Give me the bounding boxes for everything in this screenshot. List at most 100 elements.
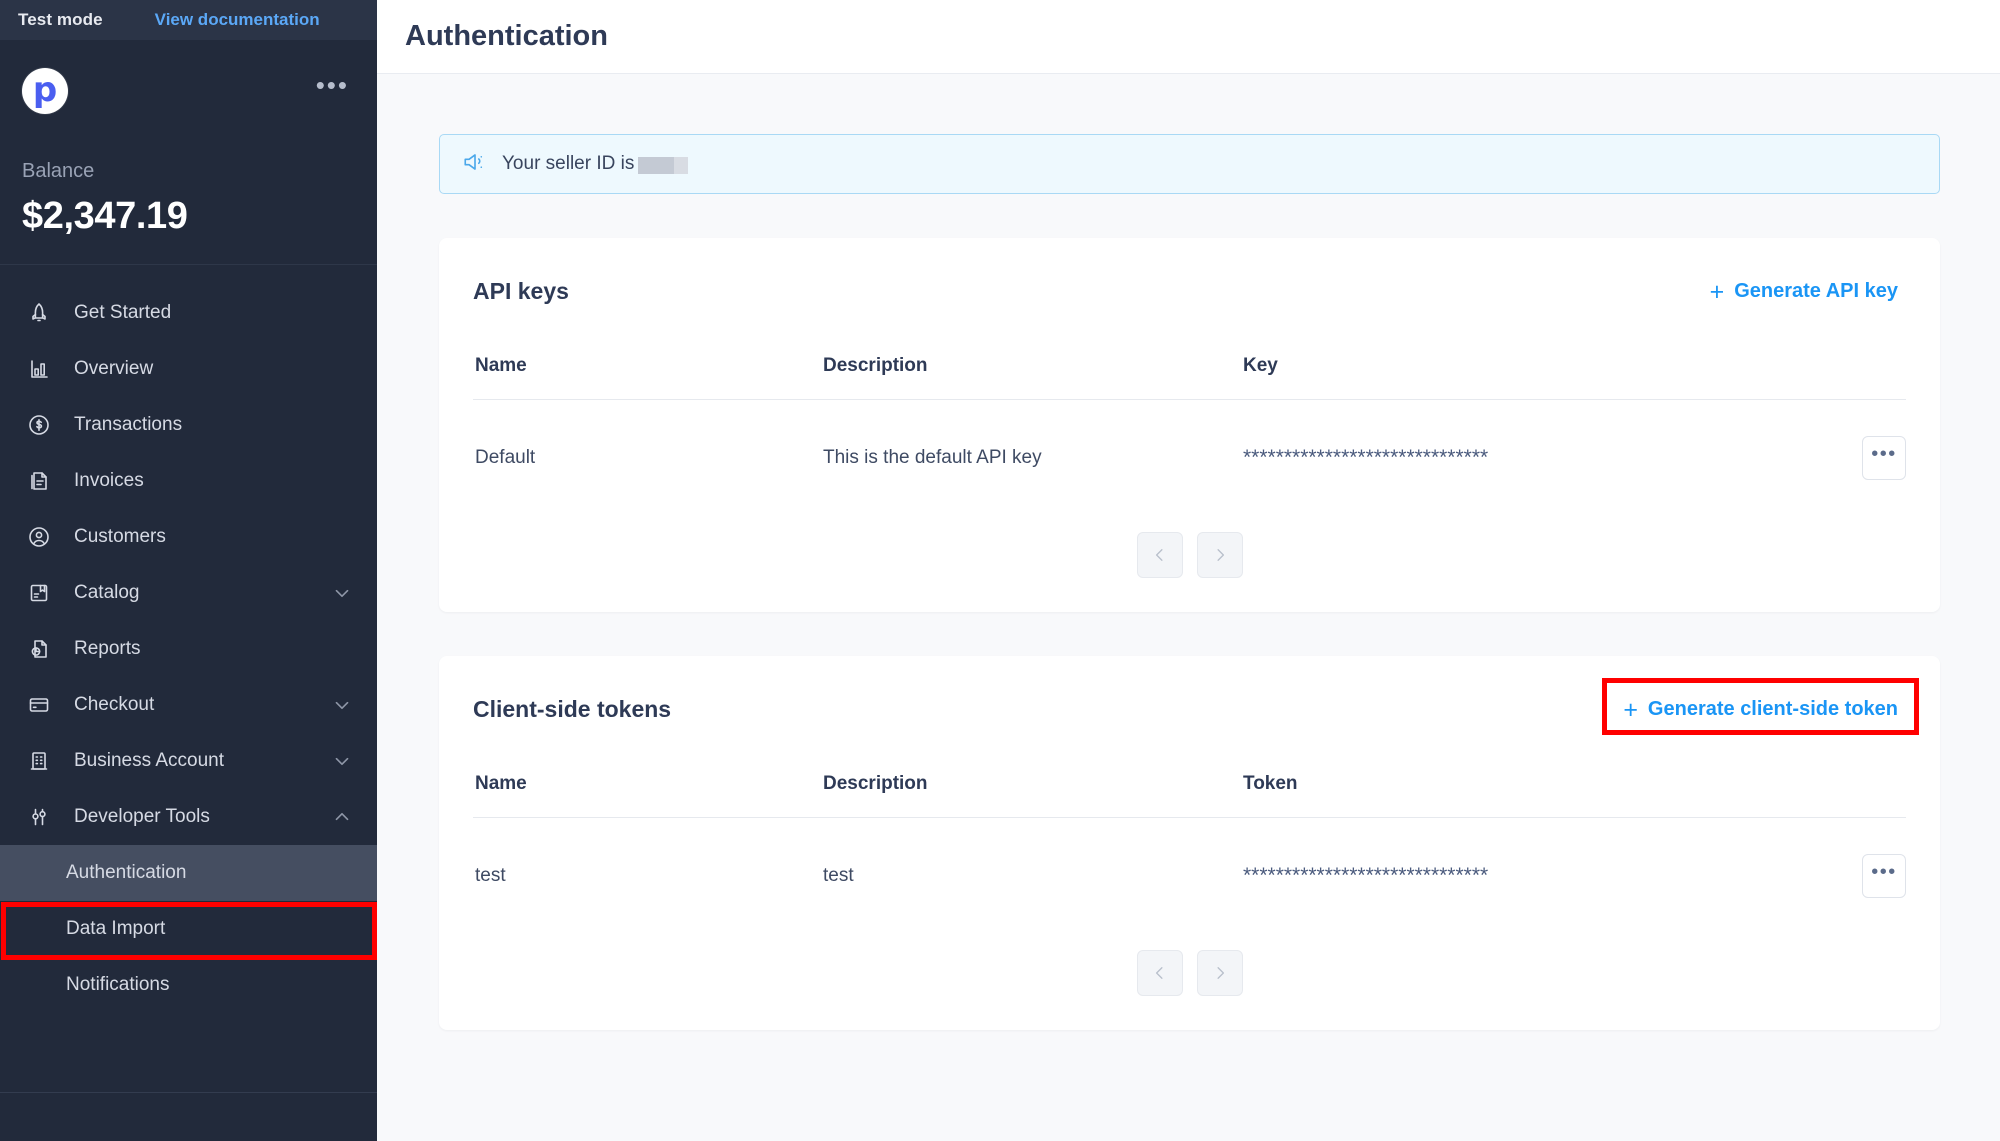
client-side-tokens-title: Client-side tokens	[473, 696, 672, 722]
bar-chart-icon	[26, 356, 52, 382]
client-side-tokens-table-body: test test ******************************…	[473, 818, 1906, 925]
pagination-prev-button[interactable]	[1136, 532, 1183, 578]
paddle-logo-icon[interactable]: p	[22, 68, 68, 114]
api-keys-table-head: Name Description Key	[473, 355, 1906, 400]
table-row: test test ******************************…	[473, 818, 1906, 925]
plus-icon: +	[1623, 695, 1638, 724]
api-keys-table: Name Description Key Default This is the…	[473, 355, 1906, 506]
api-keys-card: API keys + Generate API key Name Descrip…	[439, 238, 1940, 612]
sidebar-item-invoices[interactable]: Invoices	[0, 453, 377, 509]
pagination-next-button[interactable]	[1196, 950, 1243, 996]
client-side-tokens-table: Name Description Token test test *******…	[473, 773, 1906, 924]
column-header-name: Name	[473, 773, 823, 818]
sidebar-item-label: Catalog	[74, 582, 140, 603]
table-header-row: Name Description Token	[473, 773, 1906, 818]
chevron-down-icon	[331, 582, 353, 604]
sidebar-item-catalog[interactable]: Catalog	[0, 565, 377, 621]
sidebar-item-overview[interactable]: Overview	[0, 341, 377, 397]
sidebar-item-data-import[interactable]: Data Import	[0, 901, 377, 957]
brand-block: p ••• Balance $2,347.19	[0, 40, 377, 265]
generate-client-side-token-button[interactable]: + Generate client-side token	[1617, 696, 1904, 723]
balance-label: Balance	[22, 160, 95, 182]
test-mode-label: Test mode	[18, 9, 103, 29]
api-keys-card-header: API keys + Generate API key	[473, 272, 1906, 305]
page-header: Authentication	[377, 0, 2000, 74]
balance-value: $2,347.19	[22, 195, 188, 237]
sidebar-item-label: Customers	[74, 526, 166, 547]
sidebar-item-notifications[interactable]: Notifications	[0, 957, 377, 1013]
api-keys-table-body: Default This is the default API key ****…	[473, 400, 1906, 507]
sidebar-item-developer-tools[interactable]: Developer Tools	[0, 789, 377, 845]
sidebar-item-checkout[interactable]: Checkout	[0, 677, 377, 733]
card-icon	[26, 692, 52, 718]
sidebar-item-reports[interactable]: Reports	[0, 621, 377, 677]
column-header-description: Description	[823, 355, 1243, 400]
megaphone-icon	[462, 149, 488, 180]
building-icon	[26, 748, 52, 774]
sidebar-item-authentication[interactable]: Authentication	[0, 845, 377, 901]
sidebar-subitem-label: Notifications	[66, 974, 170, 995]
sidebar-item-label: Invoices	[74, 470, 144, 491]
sidebar-item-customers[interactable]: Customers	[0, 509, 377, 565]
cell-key: ******************************	[1243, 400, 1816, 507]
client-side-tokens-pagination	[473, 950, 1906, 996]
dollar-circle-icon	[26, 412, 52, 438]
table-row: Default This is the default API key ****…	[473, 400, 1906, 507]
column-header-token: Token	[1243, 773, 1816, 818]
column-header-actions	[1816, 773, 1906, 818]
client-side-tokens-card: Client-side tokens + Generate client-sid…	[439, 656, 1940, 1030]
cell-name: test	[475, 865, 506, 886]
api-keys-title: API keys	[473, 278, 569, 304]
cell-description: This is the default API key	[823, 447, 1042, 468]
sidebar-item-get-started[interactable]: Get Started	[0, 285, 377, 341]
sidebar-nav: Get Started Overview Transactions Invoic…	[0, 265, 377, 1092]
row-actions-menu-icon[interactable]: •••	[1862, 854, 1906, 898]
main-content: Authentication Your seller ID is API key…	[377, 0, 2000, 1141]
seller-id-text: Your seller ID is	[502, 153, 689, 175]
sidebar-item-label: Reports	[74, 638, 141, 659]
chevron-up-icon	[331, 806, 353, 828]
client-side-tokens-card-header: Client-side tokens + Generate client-sid…	[473, 690, 1906, 723]
app-root: Test mode View documentation p ••• Balan…	[0, 0, 2000, 1141]
sidebar-item-label: Transactions	[74, 414, 183, 435]
box-icon	[26, 580, 52, 606]
chevron-down-icon	[331, 694, 353, 716]
top-bar: Test mode View documentation	[0, 0, 377, 40]
column-header-description: Description	[823, 773, 1243, 818]
cell-name: Default	[475, 447, 536, 468]
row-actions-menu-icon[interactable]: •••	[1862, 436, 1906, 480]
sidebar-item-label: Developer Tools	[74, 806, 210, 827]
user-circle-icon	[26, 524, 52, 550]
account-menu-kebab-icon[interactable]: •••	[316, 68, 355, 98]
chevron-down-icon	[331, 750, 353, 772]
logo-letter: p	[32, 69, 58, 110]
sidebar-item-transactions[interactable]: Transactions	[0, 397, 377, 453]
sidebar-subitem-label: Authentication	[66, 862, 187, 883]
api-keys-pagination	[473, 532, 1906, 578]
sidebar-footer	[0, 1093, 377, 1141]
generate-api-key-button[interactable]: + Generate API key	[1703, 278, 1904, 305]
column-header-key: Key	[1243, 355, 1816, 400]
column-header-name: Name	[473, 355, 823, 400]
cell-actions: •••	[1816, 400, 1906, 507]
sliders-icon	[26, 804, 52, 830]
sidebar: Test mode View documentation p ••• Balan…	[0, 0, 377, 1141]
view-documentation-link[interactable]: View documentation	[155, 10, 320, 30]
sidebar-item-label: Checkout	[74, 694, 155, 715]
table-header-row: Name Description Key	[473, 355, 1906, 400]
sidebar-item-label: Overview	[74, 358, 154, 379]
page-title: Authentication	[405, 20, 608, 52]
seller-id-banner: Your seller ID is	[439, 134, 1940, 194]
sidebar-item-label: Get Started	[74, 302, 172, 323]
client-side-tokens-table-head: Name Description Token	[473, 773, 1906, 818]
column-header-actions	[1816, 355, 1906, 400]
sidebar-item-business-account[interactable]: Business Account	[0, 733, 377, 789]
content-area: Your seller ID is API keys + Generate AP…	[377, 74, 2000, 1030]
report-icon	[26, 636, 52, 662]
cell-actions: •••	[1816, 818, 1906, 925]
pagination-prev-button[interactable]	[1136, 950, 1183, 996]
pagination-next-button[interactable]	[1196, 532, 1243, 578]
generate-api-key-label: Generate API key	[1734, 280, 1898, 302]
seller-id-label: Your seller ID is	[502, 153, 635, 174]
cell-token: ******************************	[1243, 818, 1816, 925]
